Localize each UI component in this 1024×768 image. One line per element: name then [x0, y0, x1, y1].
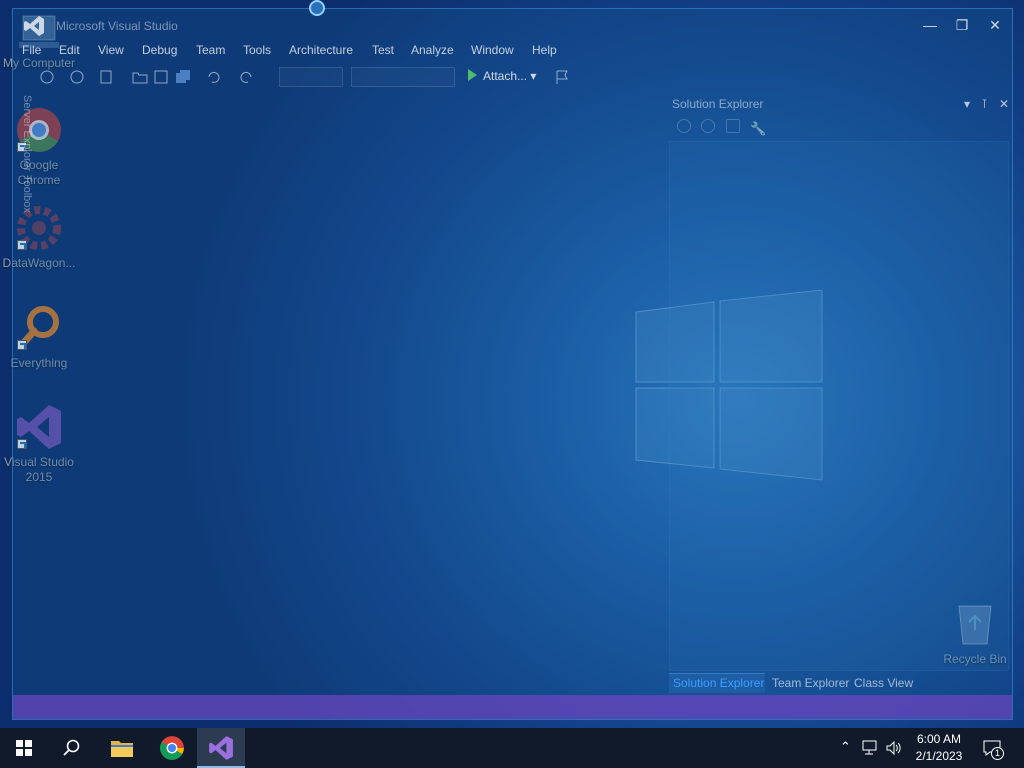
status-bar	[13, 695, 1012, 719]
menu-edit[interactable]: Edit	[59, 43, 80, 57]
undo-icon[interactable]	[205, 69, 221, 85]
solution-explorer-toolbar: 🔧	[677, 119, 773, 137]
attach-button[interactable]: Attach... ▾	[468, 69, 536, 83]
menu-help[interactable]: Help	[532, 43, 557, 57]
pin-icon[interactable]: ⊺	[981, 97, 987, 111]
dropdown-arrow-icon[interactable]: ▾	[964, 97, 970, 111]
save-icon[interactable]	[153, 69, 169, 85]
redo-icon[interactable]	[239, 69, 255, 85]
menu-file[interactable]: File	[22, 43, 41, 57]
system-clock[interactable]: 6:00 AM 2/1/2023	[906, 731, 972, 765]
solution-configurations-dropdown[interactable]	[279, 67, 343, 87]
show-hidden-icons-icon[interactable]: ⌃	[840, 739, 851, 768]
dropdown-arrow-icon: ▾	[530, 69, 537, 83]
home-icon[interactable]	[725, 119, 740, 133]
window-title: Microsoft Visual Studio	[56, 19, 178, 33]
new-project-icon[interactable]	[99, 69, 115, 85]
close-button[interactable]: ✕	[982, 15, 1008, 35]
tab-team-explorer[interactable]: Team Explorer	[772, 676, 849, 690]
start-button[interactable]	[0, 728, 48, 768]
network-icon[interactable]	[862, 740, 880, 756]
toolbox-tab[interactable]: Toolbox	[21, 175, 33, 213]
search-icon	[63, 739, 80, 756]
back-icon[interactable]	[677, 119, 691, 133]
back-icon[interactable]	[39, 69, 55, 85]
minimize-button[interactable]: —	[917, 15, 943, 35]
menu-view[interactable]: View	[98, 43, 124, 57]
title-bar[interactable]: Microsoft Visual Studio — ❐ ✕	[13, 9, 1012, 41]
wrench-icon[interactable]: 🔧	[750, 121, 766, 137]
panel-controls: ▾ ⊺ ✕	[956, 97, 1009, 111]
menu-team[interactable]: Team	[196, 43, 225, 57]
action-center-button[interactable]: 1	[980, 728, 1010, 768]
forward-icon[interactable]	[701, 119, 716, 133]
visual-studio-taskbar-button[interactable]	[197, 728, 245, 768]
menu-architecture[interactable]: Architecture	[289, 43, 353, 57]
chrome-icon	[160, 736, 184, 760]
solution-explorer-tab-strip: Solution Explorer Team Explorer Class Vi…	[669, 673, 1009, 693]
clock-time: 6:00 AM	[916, 732, 962, 746]
menu-debug[interactable]: Debug	[142, 43, 177, 57]
menu-bar: File Edit View Debug Team Tools Architec…	[13, 41, 1012, 61]
clock-date: 2/1/2023	[915, 749, 963, 763]
solution-explorer-title: Solution Explorer	[672, 97, 764, 111]
visual-studio-logo-icon	[24, 16, 44, 36]
play-icon	[468, 69, 477, 81]
volume-icon[interactable]	[885, 740, 903, 756]
cortana-indicator-icon	[309, 0, 325, 16]
attach-label: Attach...	[483, 69, 528, 83]
search-button[interactable]	[48, 728, 96, 768]
start-icon	[16, 740, 32, 756]
menu-tools[interactable]: Tools	[243, 43, 271, 57]
visual-studio-icon	[209, 736, 233, 760]
save-all-icon[interactable]	[175, 69, 191, 85]
file-explorer-icon	[111, 741, 133, 757]
solution-explorer-panel[interactable]: Solution Explorer ▾ ⊺ ✕ 🔧 Solution Explo…	[669, 93, 1009, 693]
restore-button[interactable]: ❐	[949, 15, 975, 35]
tab-class-view[interactable]: Class View	[854, 676, 913, 690]
server-explorer-tab[interactable]: Server Explorer	[21, 95, 33, 171]
menu-test[interactable]: Test	[372, 43, 394, 57]
taskbar: ⌃ 6:00 AM 2/1/2023 1	[0, 728, 1024, 768]
open-file-icon[interactable]	[132, 69, 148, 85]
standard-toolbar: Attach... ▾	[13, 65, 1012, 89]
menu-analyze[interactable]: Analyze	[411, 43, 454, 57]
visual-studio-window[interactable]: Microsoft Visual Studio — ❐ ✕ File Edit …	[12, 8, 1013, 720]
close-panel-icon[interactable]: ✕	[999, 97, 1009, 111]
file-explorer-button[interactable]	[98, 728, 146, 768]
flag-icon[interactable]	[554, 69, 570, 85]
notification-count-badge: 1	[991, 747, 1004, 760]
chrome-taskbar-button[interactable]	[148, 728, 196, 768]
forward-icon[interactable]	[69, 69, 85, 85]
solution-platforms-dropdown[interactable]	[351, 67, 455, 87]
tab-solution-explorer[interactable]: Solution Explorer	[673, 676, 764, 690]
menu-window[interactable]: Window	[471, 43, 514, 57]
solution-tree[interactable]	[669, 141, 1009, 671]
